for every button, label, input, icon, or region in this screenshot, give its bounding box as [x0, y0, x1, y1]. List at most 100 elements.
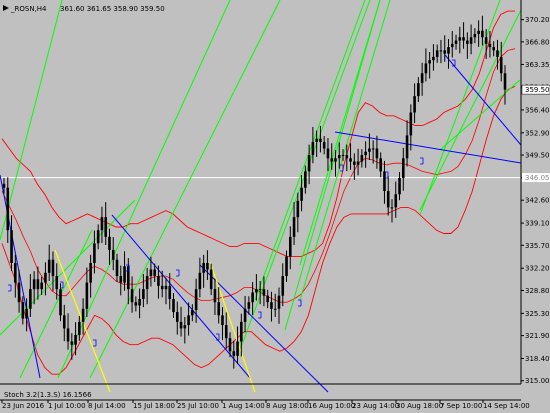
candle-body: [315, 138, 318, 142]
chart-background: [0, 0, 550, 413]
candle-body: [488, 43, 492, 48]
candle-body: [187, 315, 190, 326]
x-tick-label: 30 Aug 18:00: [396, 402, 443, 410]
candle-body: [326, 148, 330, 159]
candle-body: [17, 282, 21, 303]
indicator-label: Stoch 3.2(1.3.S) 16.1566: [4, 391, 92, 399]
candle-body: [70, 341, 74, 345]
x-tick-label: 25 Jul 10:00: [177, 402, 219, 410]
candle-body: [172, 298, 175, 313]
candle-body: [228, 338, 232, 352]
candle-body: [390, 207, 394, 209]
candle-body: [153, 269, 156, 277]
x-tick-label: 1 Aug 14:00: [222, 402, 265, 410]
candle-body: [62, 315, 66, 329]
x-tick-label: 23 Aug 14:00: [352, 402, 399, 410]
candle-body: [25, 308, 28, 319]
candle-body: [175, 312, 179, 322]
candle-body: [179, 321, 183, 329]
candle-body: [160, 285, 164, 290]
candle-body: [499, 56, 503, 74]
candle-body: [319, 138, 322, 142]
candle-body: [296, 200, 300, 218]
x-tick-label: 8 Jul 14:00: [88, 402, 126, 410]
candle-body: [337, 155, 341, 159]
candle-body: [202, 262, 205, 273]
candle-body: [356, 161, 360, 165]
candle-body: [255, 289, 258, 293]
y-tick-label: 325.30: [525, 310, 550, 318]
candle-body: [104, 217, 108, 237]
candle-body: [364, 151, 367, 156]
candle-body: [47, 259, 51, 273]
candle-body: [164, 285, 168, 290]
candle-body: [44, 272, 47, 283]
y-tick-label: 349.50: [525, 152, 550, 160]
candle-body: [78, 321, 81, 335]
candle-body: [138, 298, 141, 306]
price-chart[interactable]: _ROSN,H4 361.60 361.65 358.90 359.50 Sto…: [0, 0, 550, 413]
candle-body: [21, 302, 25, 319]
candle-body: [371, 148, 375, 150]
candle-body: [375, 148, 379, 159]
x-tick-label: 15 Jul 18:00: [133, 402, 175, 410]
candle-body: [300, 187, 303, 201]
candle-body: [59, 289, 62, 316]
chart-ohlc: 361.60 361.65 358.90 359.50: [60, 5, 165, 13]
x-tick-label: 23 Jun 2016: [2, 402, 45, 410]
candle-body: [55, 276, 59, 290]
candle-body: [345, 155, 349, 159]
candle-body: [51, 259, 55, 277]
candle-body: [168, 285, 172, 299]
candle-body: [240, 321, 243, 342]
candle-body: [484, 37, 488, 44]
candle-body: [413, 96, 416, 113]
candle-body: [292, 217, 296, 237]
candle-body: [379, 158, 382, 172]
candle-body: [481, 30, 484, 38]
candle-body: [330, 158, 334, 162]
candle-body: [221, 315, 224, 326]
candle-body: [251, 292, 254, 303]
candle-body: [304, 171, 307, 188]
candle-body: [401, 158, 405, 178]
candle-body: [473, 34, 477, 38]
y-tick-label: 352.90: [525, 129, 550, 137]
y-tick-label: 332.20: [525, 265, 550, 273]
candle-body: [119, 276, 123, 283]
candle-body: [262, 289, 266, 296]
candle-body: [217, 302, 221, 316]
candle-body: [145, 276, 149, 290]
candle-body: [307, 155, 311, 172]
candle-body: [32, 279, 36, 290]
candle-body: [458, 37, 462, 41]
candle-body: [157, 276, 160, 286]
candle-body: [236, 341, 239, 356]
candle-body: [496, 50, 499, 57]
candle-body: [454, 40, 458, 44]
candle-body: [353, 161, 356, 165]
candle-body: [398, 177, 401, 195]
candle-body: [360, 155, 364, 162]
candle-body: [386, 191, 390, 208]
candle-body: [206, 262, 209, 270]
candle-body: [368, 148, 371, 152]
candle-body: [74, 334, 77, 345]
candle-body: [439, 50, 443, 52]
candle-body: [341, 155, 345, 157]
candle-body: [130, 289, 134, 303]
candle-body: [450, 43, 454, 48]
candle-body: [443, 50, 447, 54]
candle-body: [281, 276, 285, 296]
candle-body: [81, 308, 85, 322]
candle-body: [432, 56, 435, 61]
candle-body: [142, 289, 145, 299]
y-tick-label: 318.40: [525, 355, 550, 363]
candle-body: [288, 236, 292, 257]
candle-body: [492, 47, 495, 51]
candle-body: [100, 217, 104, 231]
candle-body: [273, 308, 277, 310]
candle-body: [428, 60, 431, 64]
candle-body: [232, 351, 236, 356]
candle-body: [349, 158, 352, 162]
